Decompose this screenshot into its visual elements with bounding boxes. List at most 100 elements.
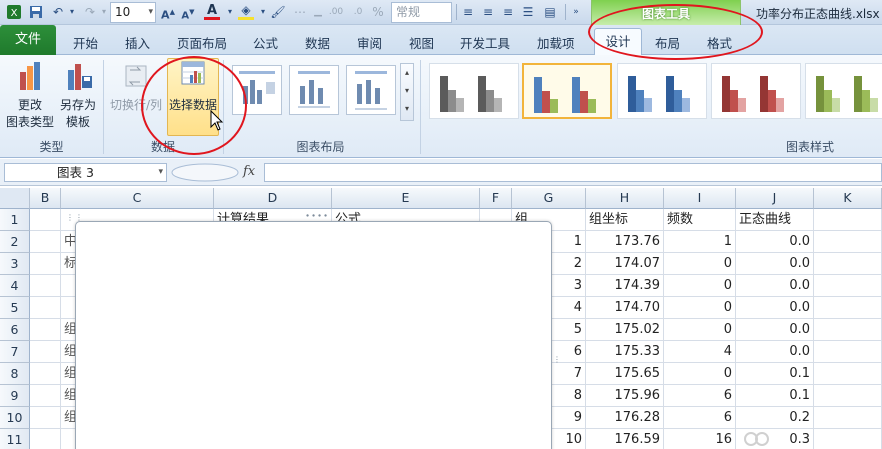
fill-color-dropdown-icon[interactable]: ▾ bbox=[255, 4, 271, 20]
cell-frequency[interactable]: 1 bbox=[664, 231, 736, 253]
cell-k[interactable] bbox=[814, 385, 882, 407]
cell-frequency[interactable]: 16 bbox=[664, 429, 736, 449]
align-right-icon[interactable]: ≡ bbox=[500, 4, 516, 20]
cell-group-coordinate[interactable]: 174.39 bbox=[586, 275, 664, 297]
cell-frequency[interactable]: 0 bbox=[664, 253, 736, 275]
chart-style-option-2[interactable] bbox=[522, 63, 612, 119]
chart-style-option-1[interactable] bbox=[429, 63, 519, 119]
row-header[interactable]: 10 bbox=[0, 407, 30, 429]
cell-group-coordinate[interactable]: 175.02 bbox=[586, 319, 664, 341]
tab-review[interactable]: 审阅 bbox=[357, 33, 382, 52]
tab-layout[interactable]: 布局 bbox=[655, 33, 680, 52]
column-header-c[interactable]: C bbox=[61, 188, 214, 209]
cell-b[interactable] bbox=[30, 231, 61, 253]
cell-normal-curve[interactable]: 0.1 bbox=[736, 363, 814, 385]
number-format-combo[interactable]: 常规 bbox=[391, 2, 452, 23]
cell-k1[interactable] bbox=[814, 209, 882, 231]
cell-group-coordinate[interactable]: 176.59 bbox=[586, 429, 664, 449]
tab-file[interactable]: 文件 bbox=[0, 25, 56, 55]
chart-object[interactable] bbox=[75, 221, 552, 449]
save-as-template-button[interactable]: 另存为 模板 bbox=[56, 58, 100, 131]
cell-b[interactable] bbox=[30, 341, 61, 363]
cell-k[interactable] bbox=[814, 231, 882, 253]
insert-function-icon[interactable]: fx bbox=[243, 164, 255, 179]
cell-frequency[interactable]: 6 bbox=[664, 407, 736, 429]
header-frequency[interactable]: 频数 bbox=[664, 209, 736, 231]
cell-k[interactable] bbox=[814, 341, 882, 363]
row-header[interactable]: 2 bbox=[0, 231, 30, 253]
tab-insert[interactable]: 插入 bbox=[125, 33, 150, 52]
chevron-down-icon[interactable]: ▾ bbox=[158, 164, 163, 181]
select-all-corner[interactable] bbox=[0, 188, 30, 209]
increase-decimal-icon[interactable]: .00 bbox=[328, 4, 344, 20]
layout-gallery-scroll[interactable]: ▴ ▾ ▾ bbox=[400, 63, 414, 121]
cell-b[interactable] bbox=[30, 297, 61, 319]
cell-group-coordinate[interactable]: 175.65 bbox=[586, 363, 664, 385]
row-header[interactable]: 11 bbox=[0, 429, 30, 449]
row-header[interactable]: 3 bbox=[0, 253, 30, 275]
chart-layout-option-1[interactable] bbox=[232, 65, 282, 115]
shrink-font-icon[interactable]: A▼ bbox=[180, 4, 196, 21]
column-header-j[interactable]: J bbox=[736, 188, 814, 209]
cell-normal-curve[interactable]: 0.2 bbox=[736, 407, 814, 429]
font-color-icon[interactable]: A bbox=[204, 4, 220, 20]
chart-style-option-4[interactable] bbox=[711, 63, 801, 119]
align-left-icon[interactable]: ≡ bbox=[460, 4, 476, 20]
cell-group-coordinate[interactable]: 174.07 bbox=[586, 253, 664, 275]
align-center-icon[interactable]: ≡ bbox=[480, 4, 496, 20]
cell-b[interactable] bbox=[30, 385, 61, 407]
chart-layout-option-2[interactable] bbox=[289, 65, 339, 115]
cell-k[interactable] bbox=[814, 253, 882, 275]
column-header-k[interactable]: K bbox=[814, 188, 882, 209]
format-painter-icon[interactable]: 🖌 bbox=[270, 4, 286, 20]
cell-frequency[interactable]: 0 bbox=[664, 319, 736, 341]
wrap-text-icon[interactable]: ▤ bbox=[542, 4, 558, 20]
header-group-coordinate[interactable]: 组坐标 bbox=[586, 209, 664, 231]
cell-frequency[interactable]: 0 bbox=[664, 297, 736, 319]
cell-group-coordinate[interactable]: 175.33 bbox=[586, 341, 664, 363]
row-header[interactable]: 4 bbox=[0, 275, 30, 297]
save-icon[interactable] bbox=[28, 4, 44, 20]
tab-addins[interactable]: 加载项 bbox=[537, 33, 575, 52]
row-header[interactable]: 8 bbox=[0, 363, 30, 385]
cell-normal-curve[interactable]: 0.0 bbox=[736, 297, 814, 319]
cell-normal-curve[interactable]: 0.0 bbox=[736, 341, 814, 363]
formula-input[interactable] bbox=[264, 163, 882, 182]
header-normal-curve[interactable]: 正态曲线 bbox=[736, 209, 814, 231]
chart-resize-handle[interactable]: ∙∙∙∙ bbox=[305, 211, 329, 220]
justify-icon[interactable]: ☰ bbox=[520, 4, 536, 20]
undo-dropdown-icon[interactable]: ▾ bbox=[64, 4, 80, 20]
column-header-g[interactable]: G bbox=[512, 188, 586, 209]
percent-icon[interactable]: % bbox=[370, 4, 386, 20]
cell-normal-curve[interactable]: 0.0 bbox=[736, 231, 814, 253]
font-size-combo[interactable]: 10 ▾ bbox=[110, 2, 156, 23]
grow-font-icon[interactable]: A▲ bbox=[160, 4, 176, 22]
decrease-decimal-icon[interactable]: .0 bbox=[350, 4, 366, 20]
cell-normal-curve[interactable]: 0.0 bbox=[736, 253, 814, 275]
chevron-down-icon[interactable]: ▾ bbox=[401, 82, 413, 100]
column-header-e[interactable]: E bbox=[332, 188, 480, 209]
chevron-up-icon[interactable]: ▴ bbox=[401, 64, 413, 82]
cell-normal-curve[interactable]: 0.0 bbox=[736, 275, 814, 297]
cell-b[interactable] bbox=[30, 429, 61, 449]
column-header-i[interactable]: I bbox=[664, 188, 736, 209]
select-data-button[interactable]: 选择数据 bbox=[167, 58, 219, 114]
cell-group-coordinate[interactable]: 175.96 bbox=[586, 385, 664, 407]
chart-style-option-3[interactable] bbox=[617, 63, 707, 119]
cell-normal-curve[interactable]: 0.0 bbox=[736, 319, 814, 341]
cell-normal-curve[interactable]: 0.1 bbox=[736, 385, 814, 407]
row-header[interactable]: 1 bbox=[0, 209, 30, 231]
border-icon[interactable]: ▁ bbox=[310, 4, 326, 20]
column-header-h[interactable]: H bbox=[586, 188, 664, 209]
cell-frequency[interactable]: 6 bbox=[664, 385, 736, 407]
cell-k[interactable] bbox=[814, 275, 882, 297]
cell-k[interactable] bbox=[814, 429, 882, 449]
cell-frequency[interactable]: 4 bbox=[664, 341, 736, 363]
font-color-dropdown-icon[interactable]: ▾ bbox=[222, 4, 238, 20]
cell-group-coordinate[interactable]: 176.28 bbox=[586, 407, 664, 429]
row-header[interactable]: 7 bbox=[0, 341, 30, 363]
tab-design[interactable]: 设计 bbox=[594, 28, 642, 56]
change-chart-type-button[interactable]: 更改 图表类型 bbox=[4, 58, 56, 131]
column-header-d[interactable]: D bbox=[214, 188, 332, 209]
row-header[interactable]: 5 bbox=[0, 297, 30, 319]
